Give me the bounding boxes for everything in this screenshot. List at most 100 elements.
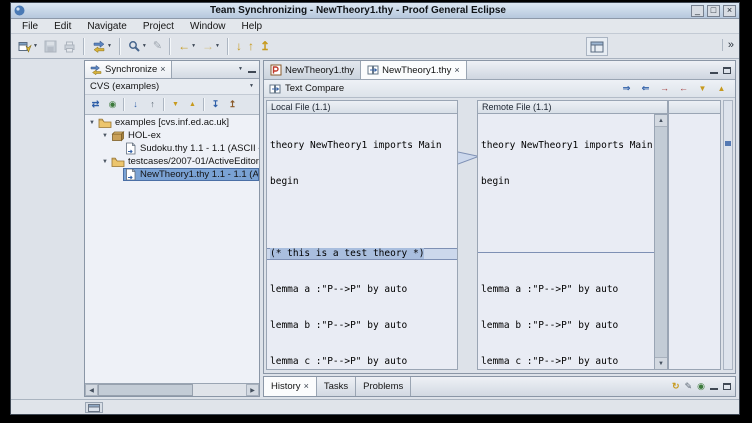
previous-difference-button[interactable]: ▲ xyxy=(713,81,730,97)
dropdown-icon[interactable]: ▼ xyxy=(107,44,112,49)
compare-editor-tab[interactable]: NewTheory1.thy × xyxy=(361,61,466,79)
previous-difference-button[interactable]: ▲ xyxy=(184,96,201,113)
scroll-right-icon[interactable]: ▶ xyxy=(246,384,259,396)
tree-item-testcases[interactable]: ▼ testcases/2007-01/ActiveEditorV2 xyxy=(85,155,259,168)
toolbar-separator xyxy=(169,38,171,55)
tab-problems[interactable]: Problems xyxy=(356,377,411,396)
refresh-icon[interactable]: ↻ xyxy=(672,382,680,391)
incoming-mode-button[interactable]: ↓ xyxy=(127,96,144,113)
maximize-button[interactable]: □ xyxy=(707,5,720,17)
diff-connector-gutter xyxy=(458,100,477,370)
fast-view-tray-button[interactable] xyxy=(85,402,103,413)
editor-tab-newtheory1[interactable]: NewTheory1.thy xyxy=(264,61,361,79)
toolbar-separator xyxy=(83,38,85,55)
code-line: lemma c :"P-->P" by auto xyxy=(270,356,457,368)
dropdown-icon[interactable]: ▼ xyxy=(215,44,220,49)
close-icon[interactable]: × xyxy=(160,65,165,74)
last-edit-location-button[interactable]: ✎ xyxy=(150,36,165,57)
minimize-editor-icon[interactable] xyxy=(710,67,718,74)
maximize-view-icon[interactable] xyxy=(723,383,731,390)
link-with-editor-icon[interactable]: ✎ xyxy=(685,382,693,391)
menu-project[interactable]: Project xyxy=(135,19,182,33)
diff-overview-marker[interactable] xyxy=(725,141,731,146)
expander-icon[interactable]: ▼ xyxy=(100,133,110,139)
outgoing-mode-button[interactable]: ↑ xyxy=(144,96,161,113)
copy-all-left-to-right-button[interactable]: ⇒ xyxy=(618,81,635,97)
scroll-up-icon[interactable]: ▲ xyxy=(655,115,667,127)
editor-area: NewTheory1.thy NewTheory1.thy × xyxy=(263,60,736,397)
pin-view-button[interactable]: ◉ xyxy=(104,96,121,113)
sync-tree-horizontal-scrollbar[interactable]: ◀ ▶ xyxy=(85,383,259,396)
minimize-button[interactable]: _ xyxy=(691,5,704,17)
tree-item-label: testcases/2007-01/ActiveEditorV2 xyxy=(128,156,259,167)
next-change-button[interactable]: ↓ xyxy=(233,36,245,57)
maximize-editor-icon[interactable] xyxy=(723,67,731,74)
next-difference-icon: ▼ xyxy=(699,85,707,93)
dropdown-icon[interactable]: ▼ xyxy=(33,44,38,49)
synchronize-wizard-button[interactable]: ▼ xyxy=(89,36,115,57)
sync-tree: ▼ examples [cvs.inf.ed.ac.uk] ▼ HOL-ex xyxy=(85,115,259,383)
local-file-text[interactable]: theory NewTheory1 imports Main begin (* … xyxy=(266,114,458,370)
tree-item-examples[interactable]: ▼ examples [cvs.inf.ed.ac.uk] xyxy=(85,116,259,129)
tab-tasks[interactable]: Tasks xyxy=(317,377,356,396)
tree-item-hol-ex[interactable]: ▼ HOL-ex xyxy=(85,129,259,142)
menu-help[interactable]: Help xyxy=(234,19,271,33)
update-all-button[interactable]: ↧ xyxy=(207,96,224,113)
menu-window[interactable]: Window xyxy=(182,19,234,33)
save-button[interactable] xyxy=(41,36,60,57)
bottom-view-stack: History × Tasks Problems ↻ ✎ ◉ xyxy=(263,376,736,397)
synchronize-icon: ⇄ xyxy=(92,100,100,109)
remote-vertical-scrollbar[interactable]: ▲ ▼ xyxy=(655,114,668,370)
toolbar-overflow-chevron[interactable]: » xyxy=(722,39,734,51)
new-wizard-button[interactable]: ▼ xyxy=(15,36,41,57)
remote-file-text[interactable]: theory NewTheory1 imports Main begin lem… xyxy=(477,114,655,370)
last-edit-position-button[interactable]: ↥ xyxy=(257,36,273,57)
dropdown-icon[interactable]: ▼ xyxy=(142,44,147,49)
previous-change-button[interactable]: ↑ xyxy=(245,36,257,57)
menu-file[interactable]: File xyxy=(14,19,46,33)
tree-item-sudoku[interactable]: Sudoku.thy 1.1 - 1.1 (ASCII -kkv) xyxy=(85,142,259,155)
bottom-tab-label: Problems xyxy=(363,381,403,392)
scrollbar-thumb[interactable] xyxy=(655,127,667,357)
tree-item-label: NewTheory1.thy 1.1 - 1.1 (ASCII -kkv) xyxy=(140,169,259,180)
copy-change-right-to-left-button[interactable]: ← xyxy=(675,81,692,97)
filler-body xyxy=(668,114,721,370)
next-difference-button[interactable]: ▼ xyxy=(167,96,184,113)
synchronize-button[interactable]: ⇄ xyxy=(87,96,104,113)
expander-icon[interactable]: ▼ xyxy=(100,159,110,165)
toolbar-separator xyxy=(163,98,165,111)
scroll-left-icon[interactable]: ◀ xyxy=(85,384,98,396)
overview-ruler[interactable] xyxy=(723,100,733,370)
back-button[interactable]: ← ▼ xyxy=(175,36,199,57)
expander-icon[interactable]: ▼ xyxy=(87,120,97,126)
synchronize-tab[interactable]: Synchronize × xyxy=(85,61,172,78)
search-button[interactable]: ▼ xyxy=(125,36,150,57)
dropdown-icon[interactable]: ▼ xyxy=(191,44,196,49)
synchronize-view-tabbar: Synchronize × ▼ xyxy=(85,61,259,79)
close-icon[interactable]: × xyxy=(304,382,309,391)
menu-navigate[interactable]: Navigate xyxy=(79,19,134,33)
minimize-view-icon[interactable] xyxy=(710,383,718,390)
scope-dropdown-icon[interactable]: ▼ xyxy=(249,84,254,89)
fast-view-icon xyxy=(88,404,100,412)
editor-tab-label: NewTheory1.thy xyxy=(285,65,354,76)
minimize-view-icon[interactable] xyxy=(248,66,256,73)
copy-change-left-to-right-button[interactable]: → xyxy=(656,81,673,97)
scroll-down-icon[interactable]: ▼ xyxy=(655,357,667,369)
next-difference-button[interactable]: ▼ xyxy=(694,81,711,97)
copy-all-right-to-left-button[interactable]: ⇐ xyxy=(637,81,654,97)
perspective-button[interactable] xyxy=(586,37,608,56)
commit-all-button[interactable]: ↥ xyxy=(224,96,241,113)
print-button[interactable] xyxy=(60,36,79,57)
tab-history[interactable]: History × xyxy=(264,377,317,396)
view-menu-icon[interactable]: ▼ xyxy=(238,67,243,72)
menu-edit[interactable]: Edit xyxy=(46,19,79,33)
forward-button[interactable]: → ▼ xyxy=(199,36,223,57)
synchronize-view-icon xyxy=(90,64,102,75)
close-icon[interactable]: × xyxy=(454,66,459,75)
code-line: theory NewTheory1 imports Main xyxy=(270,140,457,152)
tree-item-newtheory1[interactable]: NewTheory1.thy 1.1 - 1.1 (ASCII -kkv) xyxy=(85,168,259,181)
pin-icon[interactable]: ◉ xyxy=(697,382,705,391)
close-button[interactable]: × xyxy=(723,5,736,17)
scrollbar-thumb[interactable] xyxy=(98,384,193,396)
